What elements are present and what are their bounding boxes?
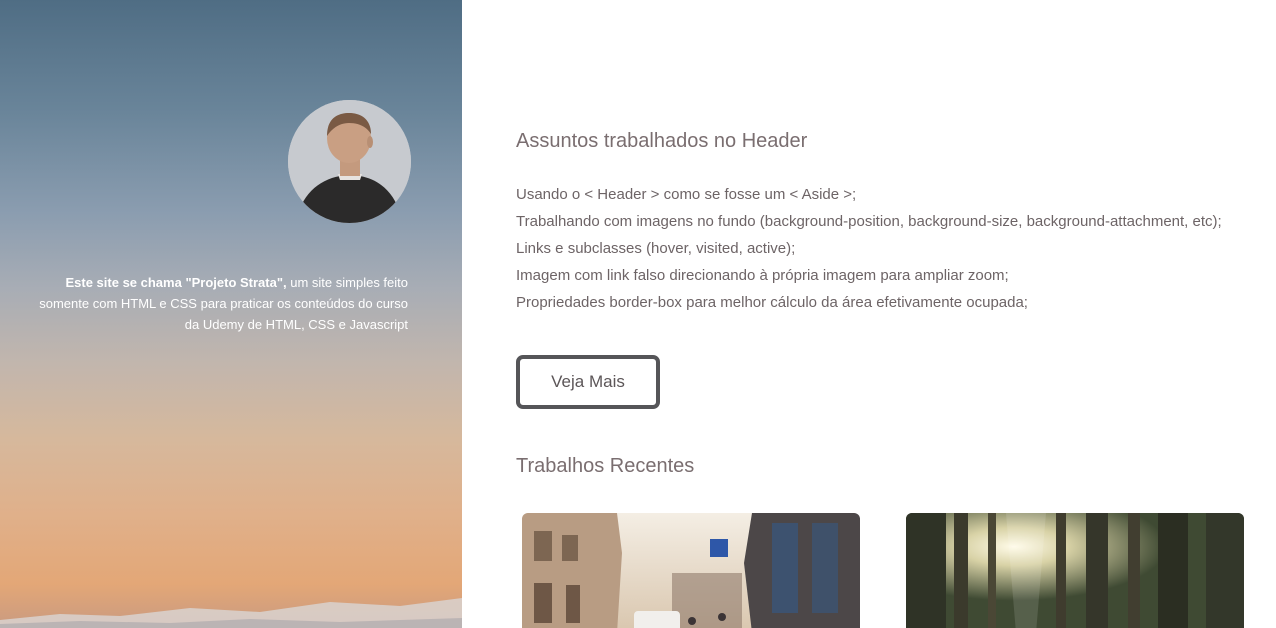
topics-list: Usando o < Header > como se fosse um < A… — [516, 181, 1222, 316]
topic-item: Trabalhando com imagens no fundo (backgr… — [516, 213, 1222, 230]
work-thumbnail-forest[interactable] — [906, 513, 1244, 628]
main-content: Assuntos trabalhados no Header Usando o … — [462, 0, 1276, 628]
mountain-silhouette — [0, 598, 462, 628]
veja-mais-button[interactable]: Veja Mais — [516, 355, 660, 409]
work-thumbnail-city[interactable] — [522, 513, 860, 628]
topic-item: Propriedades border-box para melhor cálc… — [516, 294, 1028, 311]
section-title-header: Assuntos trabalhados no Header — [516, 130, 808, 152]
section-title-recent-works: Trabalhos Recentes — [516, 455, 695, 477]
intro-bold-text: Este site se chama "Projeto Strata", — [65, 275, 287, 290]
forest-sunlight-photo — [906, 513, 1244, 628]
intro-text: Este site se chama "Projeto Strata", um … — [30, 272, 408, 335]
topic-item: Links e subclasses (hover, visited, acti… — [516, 240, 796, 257]
topic-item: Usando o < Header > como se fosse um < A… — [516, 186, 857, 203]
city-street-photo — [522, 513, 860, 628]
page: Este site se chama "Projeto Strata", um … — [0, 0, 1276, 628]
avatar-photo — [288, 100, 411, 223]
avatar[interactable] — [288, 100, 411, 223]
site-header: Este site se chama "Projeto Strata", um … — [0, 0, 462, 628]
topic-item: Imagem com link falso direcionando à pró… — [516, 267, 1009, 284]
